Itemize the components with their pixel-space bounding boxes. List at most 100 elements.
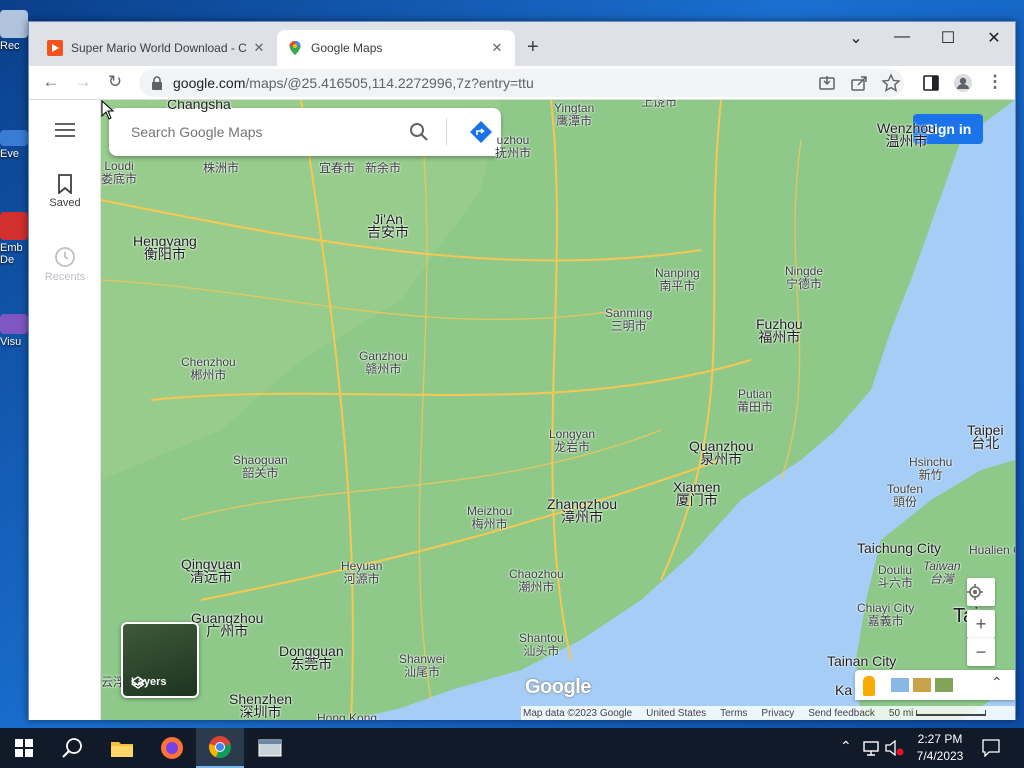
place-label: 宜春市 bbox=[319, 161, 356, 175]
start-button[interactable] bbox=[0, 728, 48, 768]
privacy-link[interactable]: Privacy bbox=[761, 708, 794, 719]
desktop-icon-visu[interactable]: Visu bbox=[0, 314, 30, 348]
region-link[interactable]: United States bbox=[646, 708, 706, 719]
my-location-button[interactable] bbox=[967, 578, 995, 606]
map-canvas[interactable]: Sign in Changsha Yingtan鹰潭市 上饶市 uzhou抚州市… bbox=[101, 100, 1015, 720]
app-button[interactable] bbox=[246, 728, 294, 768]
place-label: Shenzhen 深圳市 bbox=[229, 691, 293, 720]
zoom-out-button[interactable]: − bbox=[967, 638, 995, 666]
send-feedback-link[interactable]: Send feedback bbox=[808, 708, 875, 719]
place-label: Longyan 龙岩市 bbox=[549, 427, 596, 454]
place-label: Taipei 台北 bbox=[967, 422, 1004, 451]
desktop-icon-emb[interactable]: Emb De bbox=[0, 212, 30, 266]
expand-chevron-icon[interactable]: ⌃ bbox=[991, 674, 1003, 691]
maximize-button[interactable]: ☐ bbox=[933, 28, 963, 48]
new-tab-button[interactable]: + bbox=[527, 36, 539, 59]
place-label: Shanwei 汕尾市 bbox=[399, 652, 446, 679]
imagery-thumbnail[interactable] bbox=[891, 678, 909, 692]
imagery-thumbnail[interactable] bbox=[935, 678, 953, 692]
chrome-button[interactable] bbox=[196, 728, 244, 768]
tab-title: Super Mario World Download - C bbox=[71, 41, 247, 55]
pegman-icon[interactable] bbox=[863, 676, 875, 696]
bookmark-icon bbox=[58, 174, 72, 195]
forward-button[interactable]: → bbox=[71, 72, 95, 94]
place-label: Zhangzhou 漳州市 bbox=[547, 496, 618, 525]
close-tab-icon[interactable]: ✕ bbox=[489, 40, 505, 56]
saved-button[interactable]: Saved bbox=[29, 174, 101, 209]
desktop-icon-eve[interactable]: Eve bbox=[0, 130, 30, 160]
share-icon[interactable] bbox=[849, 73, 869, 93]
recents-button[interactable]: Recents bbox=[29, 246, 101, 283]
desktop-icon-recycle-bin[interactable]: Rec bbox=[0, 10, 30, 52]
zoom-in-button[interactable]: + bbox=[967, 610, 995, 638]
imagery-thumbnail[interactable] bbox=[913, 678, 931, 692]
back-button[interactable]: ← bbox=[39, 72, 63, 94]
tab-super-mario[interactable]: Super Mario World Download - C ✕ bbox=[37, 30, 277, 66]
firefox-button[interactable] bbox=[148, 728, 196, 768]
google-maps: Saved Recents Sign in Chang bbox=[29, 100, 1015, 720]
app-icon bbox=[0, 212, 28, 240]
clock-date: 7/4/2023 bbox=[916, 749, 964, 763]
menu-button[interactable] bbox=[29, 122, 101, 141]
tab-title: Google Maps bbox=[311, 41, 383, 55]
desktop-icon-label: Eve bbox=[0, 148, 19, 160]
close-tab-icon[interactable]: ✕ bbox=[251, 40, 267, 56]
place-label: Quanzhou 泉州市 bbox=[689, 438, 754, 467]
place-label: Taichung City bbox=[857, 540, 942, 556]
place-label: 株洲市 bbox=[203, 161, 240, 175]
close-window-button[interactable]: ✕ bbox=[979, 28, 1009, 48]
file-explorer-button[interactable] bbox=[98, 728, 146, 768]
bookmark-star-icon[interactable] bbox=[881, 73, 901, 93]
network-icon[interactable] bbox=[862, 740, 880, 756]
recents-label: Recents bbox=[44, 271, 86, 283]
app-window-icon bbox=[258, 739, 282, 757]
place-label: Ka bbox=[835, 682, 853, 698]
address-bar[interactable]: google.com/maps/@25.416505,114.2272996,7… bbox=[139, 69, 904, 97]
location-target-icon bbox=[967, 584, 983, 600]
minimize-button[interactable]: — bbox=[887, 28, 917, 46]
map-footer: Map data ©2023 Google United States Term… bbox=[521, 706, 1015, 720]
search-icon bbox=[62, 738, 82, 758]
show-hidden-icons-chevron-icon[interactable]: ⌃ bbox=[840, 738, 852, 755]
clock-time: 2:27 PM bbox=[917, 732, 963, 746]
place-label: Guangzhou 广州市 bbox=[191, 610, 264, 639]
maps-side-nav: Saved Recents bbox=[29, 100, 101, 720]
reload-button[interactable]: ↻ bbox=[103, 72, 127, 94]
place-label: Hsinchu 新竹 bbox=[909, 455, 953, 482]
system-clock[interactable]: 2:27 PM 7/4/2023 bbox=[908, 731, 972, 765]
place-label: Loudi 娄底市 bbox=[101, 159, 138, 186]
side-panel-icon[interactable] bbox=[921, 73, 941, 93]
saved-label: Saved bbox=[49, 197, 81, 209]
terms-link[interactable]: Terms bbox=[720, 708, 747, 719]
maps-pin-icon bbox=[287, 40, 303, 56]
kebab-menu-icon[interactable]: ⋮ bbox=[983, 72, 1007, 94]
place-label: Xiamen 厦门市 bbox=[673, 479, 721, 508]
tab-bar: Super Mario World Download - C ✕ Google … bbox=[29, 22, 1015, 66]
place-label: Putian 莆田市 bbox=[737, 387, 774, 414]
search-button[interactable] bbox=[48, 728, 96, 768]
history-icon bbox=[55, 247, 75, 267]
google-logo: Google bbox=[525, 676, 591, 698]
place-label: Hong Kong bbox=[317, 711, 378, 721]
folder-icon bbox=[111, 742, 133, 757]
search-icon[interactable] bbox=[409, 122, 429, 142]
place-label: Chiayi City 嘉義市 bbox=[857, 601, 915, 628]
install-icon[interactable] bbox=[817, 73, 837, 93]
browser-toolbar: ← → ↻ google.com/maps/@25.416505,114.227… bbox=[29, 66, 1015, 100]
place-label: Ningde 宁德市 bbox=[785, 264, 824, 291]
place-label: Shantou 汕头市 bbox=[519, 631, 564, 658]
url-path: /maps/@25.416505,114.2272996,7z?entry=tt… bbox=[245, 75, 534, 91]
directions-icon[interactable] bbox=[469, 120, 493, 144]
search-input[interactable] bbox=[131, 124, 401, 140]
layers-button[interactable]: Layers bbox=[121, 622, 199, 698]
tab-search-button[interactable]: ⌄ bbox=[841, 28, 871, 48]
volume-muted-icon[interactable] bbox=[884, 740, 904, 756]
profile-avatar-icon[interactable] bbox=[953, 73, 973, 93]
notifications-icon[interactable] bbox=[982, 739, 1000, 757]
place-label: Hualien County bbox=[969, 543, 1015, 557]
place-label: Shaoguan 韶关市 bbox=[233, 453, 288, 480]
map-data-attribution: Map data ©2023 Google bbox=[523, 707, 633, 719]
scale-bar[interactable]: 50 mi bbox=[889, 708, 987, 719]
chrome-icon bbox=[209, 736, 231, 759]
tab-google-maps[interactable]: Google Maps ✕ bbox=[277, 30, 515, 66]
